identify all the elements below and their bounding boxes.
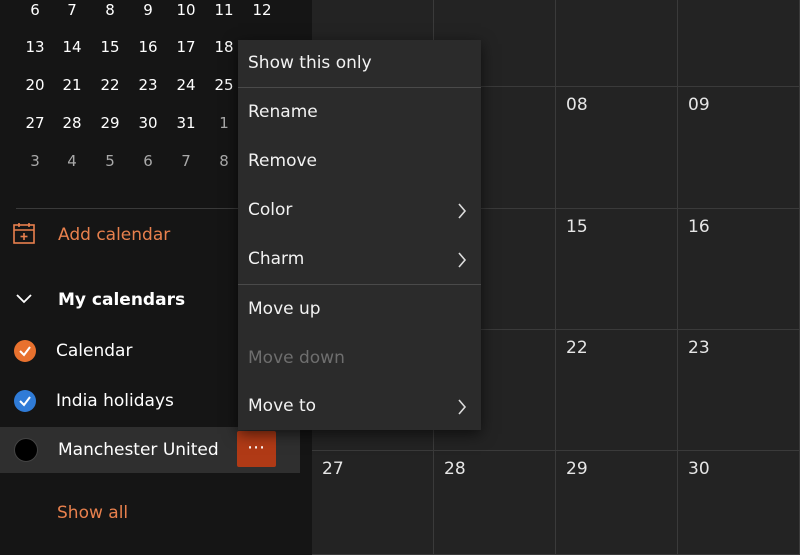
day-number: 29 — [566, 459, 588, 479]
day-number: 09 — [688, 95, 710, 115]
menu-item-charm[interactable]: Charm — [238, 236, 481, 284]
mini-calendar-day[interactable]: 7 — [53, 0, 91, 29]
mini-calendar-day[interactable]: 9 — [129, 0, 167, 29]
menu-item-rename[interactable]: Rename — [238, 89, 481, 137]
day-cell[interactable]: 09 — [678, 87, 800, 209]
calendar-item-label: Calendar — [56, 341, 133, 361]
calendar-item-label: India holidays — [56, 391, 174, 411]
day-cell[interactable]: 15 — [556, 209, 678, 330]
my-calendars-toggle[interactable]: My calendars — [12, 285, 185, 315]
menu-item-move-to[interactable]: Move to — [238, 383, 481, 431]
menu-item-label: Remove — [248, 151, 317, 171]
mini-calendar-day[interactable]: 28 — [53, 104, 91, 142]
mini-calendar-day[interactable]: 30 — [129, 104, 167, 142]
day-cell[interactable]: 28 — [434, 451, 556, 555]
color-dot-icon[interactable] — [14, 438, 38, 462]
chevron-down-icon — [12, 286, 36, 314]
mini-calendar-day[interactable]: 21 — [53, 66, 91, 104]
add-calendar-label: Add calendar — [58, 225, 171, 245]
menu-item-remove[interactable]: Remove — [238, 138, 481, 186]
mini-calendar-day[interactable]: 10 — [167, 0, 205, 29]
day-cell[interactable]: 29 — [556, 451, 678, 555]
menu-item-label: Rename — [248, 102, 318, 122]
mini-calendar-day[interactable]: 27 — [16, 104, 54, 142]
mini-calendar-day[interactable]: 12 — [243, 0, 281, 29]
chevron-right-icon — [457, 252, 467, 272]
mini-calendar-day[interactable]: 3 — [16, 142, 54, 180]
mini-calendar-day[interactable]: 8 — [91, 0, 129, 29]
mini-calendar-day[interactable]: 6 — [129, 142, 167, 180]
mini-calendar-day[interactable]: 17 — [167, 28, 205, 66]
calendar-add-icon — [12, 221, 36, 249]
checkmark-icon[interactable] — [14, 390, 36, 412]
mini-calendar-day[interactable]: 23 — [129, 66, 167, 104]
menu-item-label: Color — [248, 200, 293, 220]
mini-calendar-day[interactable]: 13 — [16, 28, 54, 66]
show-all-link[interactable]: Show all — [57, 503, 128, 523]
checkmark-icon[interactable] — [14, 340, 36, 362]
day-number: 08 — [566, 95, 588, 115]
menu-item-color[interactable]: Color — [238, 187, 481, 235]
mini-calendar-day[interactable]: 14 — [53, 28, 91, 66]
calendar-item-label: Manchester United — [58, 440, 219, 460]
day-cell[interactable]: 30 — [678, 451, 800, 555]
chevron-right-icon — [457, 203, 467, 223]
chevron-right-icon — [457, 399, 467, 419]
menu-item-label: Move up — [248, 299, 321, 319]
add-calendar-button[interactable]: Add calendar — [12, 220, 170, 250]
menu-item-label: Show this only — [248, 53, 372, 73]
calendar-context-menu: Show this only Rename Remove Color Charm… — [238, 40, 481, 430]
mini-calendar-day[interactable]: 11 — [205, 0, 243, 29]
day-number: 30 — [688, 459, 710, 479]
mini-calendar-day[interactable]: 24 — [167, 66, 205, 104]
day-number: 27 — [322, 459, 344, 479]
menu-item-move-up[interactable]: Move up — [238, 286, 481, 334]
mini-calendar-day[interactable]: 29 — [91, 104, 129, 142]
mini-calendar-day[interactable]: 22 — [91, 66, 129, 104]
menu-item-label: Move to — [248, 396, 317, 416]
menu-item-show-this-only[interactable]: Show this only — [238, 40, 481, 88]
mini-calendar-day[interactable]: 7 — [167, 142, 205, 180]
more-options-button[interactable]: ⋯ — [237, 431, 276, 467]
mini-calendar-day[interactable]: 16 — [129, 28, 167, 66]
mini-calendar-day[interactable]: 20 — [16, 66, 54, 104]
day-cell[interactable]: 08 — [556, 87, 678, 209]
day-number: 22 — [566, 338, 588, 358]
day-cell[interactable] — [556, 0, 678, 87]
day-cell[interactable]: 16 — [678, 209, 800, 330]
mini-calendar-day[interactable]: 4 — [53, 142, 91, 180]
day-number: 15 — [566, 217, 588, 237]
day-number: 28 — [444, 459, 466, 479]
day-cell[interactable]: 22 — [556, 330, 678, 451]
day-cell[interactable]: 27 — [312, 451, 434, 555]
menu-separator — [238, 284, 481, 285]
menu-item-label: Charm — [248, 249, 305, 269]
day-number: 16 — [688, 217, 710, 237]
mini-calendar-day[interactable]: 15 — [91, 28, 129, 66]
mini-calendar-day[interactable]: 5 — [91, 142, 129, 180]
menu-separator — [238, 87, 481, 88]
menu-item-move-down: Move down — [238, 335, 481, 383]
day-cell[interactable] — [678, 0, 800, 87]
day-cell[interactable]: 23 — [678, 330, 800, 451]
my-calendars-title: My calendars — [58, 290, 186, 310]
mini-calendar-day[interactable]: 6 — [16, 0, 54, 29]
day-number: 23 — [688, 338, 710, 358]
mini-calendar-day[interactable]: 31 — [167, 104, 205, 142]
menu-item-label: Move down — [248, 348, 345, 368]
